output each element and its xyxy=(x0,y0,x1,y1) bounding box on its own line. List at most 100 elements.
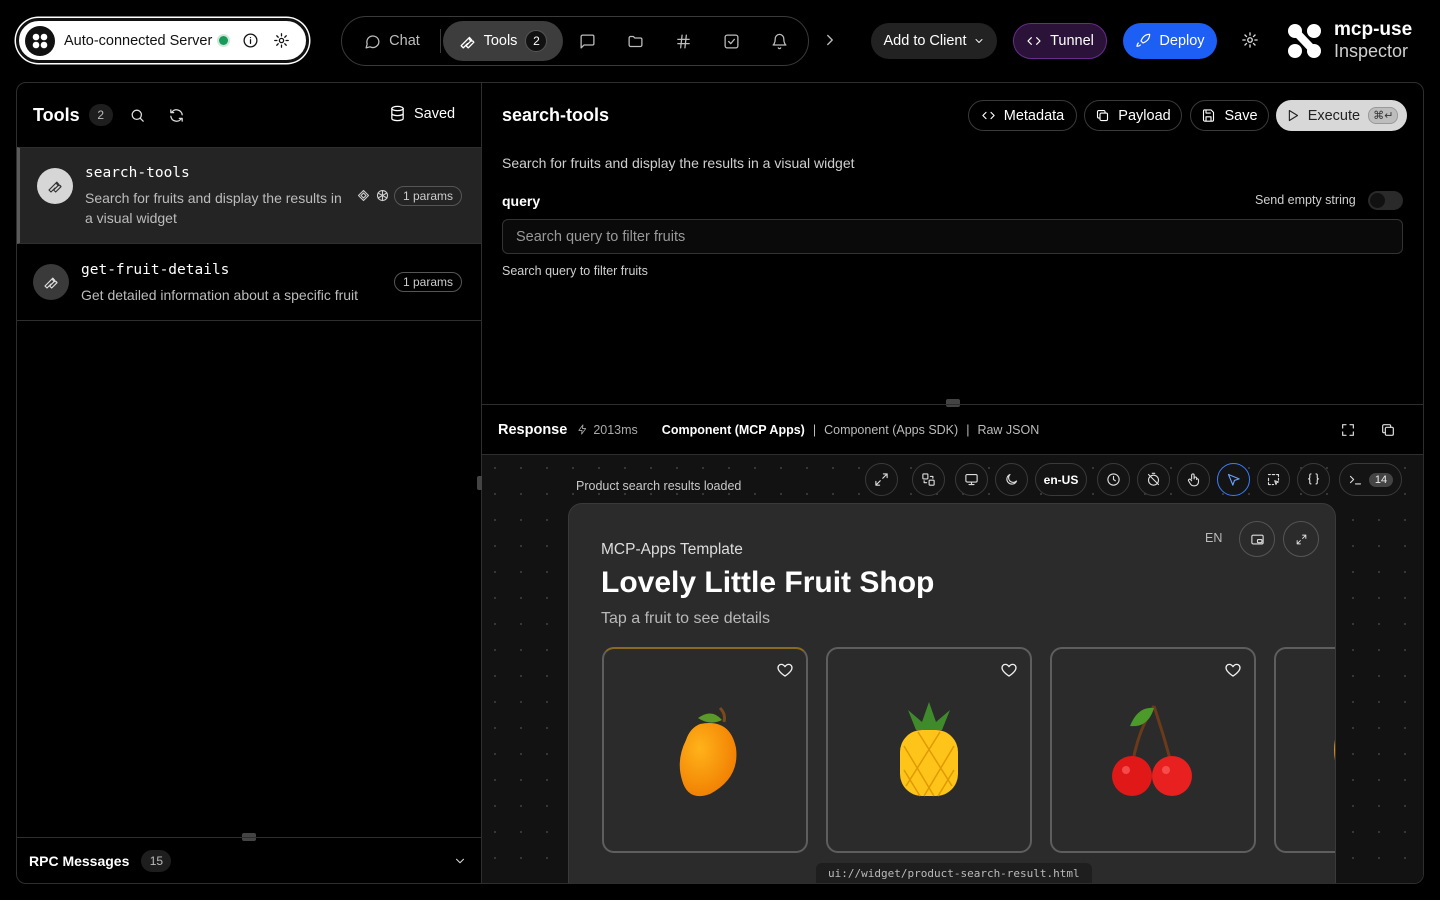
execute-button[interactable]: Execute ⌘↵ xyxy=(1276,100,1407,131)
response-title: Response xyxy=(498,421,568,438)
save-icon xyxy=(1203,109,1215,122)
params-badge: 1 params xyxy=(394,272,463,292)
message-square-icon xyxy=(579,33,595,49)
clock-icon[interactable] xyxy=(1097,463,1130,496)
chevron-down-icon[interactable] xyxy=(453,854,467,868)
tool-item-get-fruit-details[interactable]: get-fruit-details Get detailed informati… xyxy=(17,244,481,321)
tab-chat-label: Chat xyxy=(389,33,420,49)
console-button[interactable]: 14 xyxy=(1339,463,1402,496)
tab-tools[interactable]: Tools 2 xyxy=(443,21,563,61)
chevron-down-icon xyxy=(975,39,982,43)
fruit-card-pineapple[interactable] xyxy=(826,647,1032,853)
tab-component-apps-sdk[interactable]: Component (Apps SDK) xyxy=(824,423,958,437)
widget-hint: Tap a fruit to see details xyxy=(601,610,770,627)
tool-detail-panel: search-tools Metadata Payload Save Execu… xyxy=(482,83,1423,883)
fullscreen-icon[interactable] xyxy=(1340,422,1356,438)
search-icon[interactable] xyxy=(129,107,146,124)
tab-raw-json[interactable]: Raw JSON xyxy=(977,423,1039,437)
tab-resources[interactable] xyxy=(611,21,659,61)
tab-notifications[interactable] xyxy=(755,21,803,61)
main-panel: Tools 2 Saved search-tools Search for fr… xyxy=(16,82,1424,884)
tunnel-button[interactable]: Tunnel xyxy=(1013,23,1107,59)
tab-hash[interactable] xyxy=(659,21,707,61)
mango-icon xyxy=(679,706,737,797)
widget-subtitle: MCP-Apps Template xyxy=(601,541,743,558)
fruit-card-cherry[interactable] xyxy=(1050,647,1256,853)
metadata-label: Metadata xyxy=(1003,107,1065,124)
timer-off-icon[interactable] xyxy=(1137,463,1170,496)
picture-in-picture-icon[interactable] xyxy=(1239,521,1275,557)
moon-icon[interactable] xyxy=(995,463,1028,496)
tab-chat[interactable]: Chat xyxy=(346,21,438,61)
send-empty-toggle[interactable] xyxy=(1368,191,1403,210)
query-input[interactable]: Search query to filter fruits xyxy=(502,219,1403,254)
expand-icon[interactable] xyxy=(865,463,898,496)
tools-count-badge: 2 xyxy=(525,30,548,52)
info-icon[interactable] xyxy=(242,32,259,49)
save-label: Save xyxy=(1224,107,1258,124)
tools-sidebar: Tools 2 Saved search-tools Search for fr… xyxy=(17,83,482,883)
server-settings-icon[interactable] xyxy=(273,32,290,49)
send-empty-label: Send empty string xyxy=(1255,193,1356,207)
braces-icon[interactable] xyxy=(1297,463,1330,496)
rpc-messages-bar[interactable]: RPC Messages 15 xyxy=(17,837,481,883)
tab-component-mcp-apps[interactable]: Component (MCP Apps) xyxy=(662,423,805,437)
add-to-client-label: Add to Client xyxy=(883,33,967,49)
metadata-button[interactable]: Metadata xyxy=(968,100,1077,131)
tool-description: Search for fruits and display the result… xyxy=(85,190,342,226)
wrench-icon xyxy=(33,264,69,300)
tool-item-search-tools[interactable]: search-tools Search for fruits and displ… xyxy=(17,147,481,244)
maximize-icon[interactable] xyxy=(1283,521,1319,557)
heart-icon[interactable] xyxy=(1224,661,1242,679)
add-to-client-button[interactable]: Add to Client xyxy=(871,23,997,59)
tab-tasks[interactable] xyxy=(707,21,755,61)
tab-tools-label: Tools xyxy=(483,33,518,49)
execute-label: Execute xyxy=(1307,107,1361,124)
param-help-text: Search query to filter fruits xyxy=(502,264,648,278)
heart-icon[interactable] xyxy=(1000,661,1018,679)
tools-count: 2 xyxy=(88,104,113,126)
message-circle-icon xyxy=(365,34,380,49)
chevron-right-icon[interactable] xyxy=(821,31,839,49)
tool-name: search-tools xyxy=(85,165,190,181)
code-icon xyxy=(1027,37,1041,45)
database-icon xyxy=(391,105,404,122)
locale-selector[interactable]: en-US xyxy=(1035,463,1087,496)
payload-button[interactable]: Payload xyxy=(1084,100,1182,131)
openai-icon xyxy=(375,188,390,203)
server-logo-icon xyxy=(25,25,55,56)
select-area-icon[interactable] xyxy=(1257,463,1290,496)
cherry-icon xyxy=(1112,705,1192,796)
fruit-card-partial[interactable] xyxy=(1274,647,1335,853)
tool-title: search-tools xyxy=(502,105,610,125)
heart-icon[interactable] xyxy=(776,661,794,679)
connection-status-dot xyxy=(219,36,229,45)
wrench-icon xyxy=(37,168,73,204)
payload-label: Payload xyxy=(1118,107,1171,124)
server-selector[interactable]: Auto-connected Server xyxy=(16,18,309,63)
save-button[interactable]: Save xyxy=(1190,100,1269,131)
widget-language: EN xyxy=(1205,531,1223,545)
refresh-icon[interactable] xyxy=(168,107,185,124)
layout-switch-icon[interactable] xyxy=(912,463,945,496)
deploy-button[interactable]: Deploy xyxy=(1123,23,1217,59)
tab-prompts[interactable] xyxy=(563,21,611,61)
nav-divider xyxy=(440,29,441,53)
settings-gear-icon[interactable] xyxy=(1241,31,1259,49)
mcp-apps-icon xyxy=(356,188,371,203)
tab-separator: | xyxy=(966,422,970,437)
fruit-card-mango[interactable] xyxy=(602,647,808,853)
hand-pointer-icon[interactable] xyxy=(1177,463,1210,496)
brand-name: mcp-use xyxy=(1334,19,1413,40)
tool-description: Get detailed information about a specifi… xyxy=(81,287,359,303)
monitor-icon[interactable] xyxy=(955,463,988,496)
copy-icon[interactable] xyxy=(1380,422,1396,438)
tool-detail-description: Search for fruits and display the result… xyxy=(502,155,855,171)
response-header: Response 2013ms Component (MCP Apps) | C… xyxy=(482,404,1423,455)
response-time-value: 2013ms xyxy=(593,422,638,437)
cursor-icon[interactable] xyxy=(1217,463,1250,496)
tab-separator: | xyxy=(812,422,817,437)
saved-button[interactable]: Saved xyxy=(389,105,455,122)
top-bar: Auto-connected Server Chat Tools 2 Add t… xyxy=(0,0,1440,82)
response-time: 2013ms xyxy=(577,422,638,437)
